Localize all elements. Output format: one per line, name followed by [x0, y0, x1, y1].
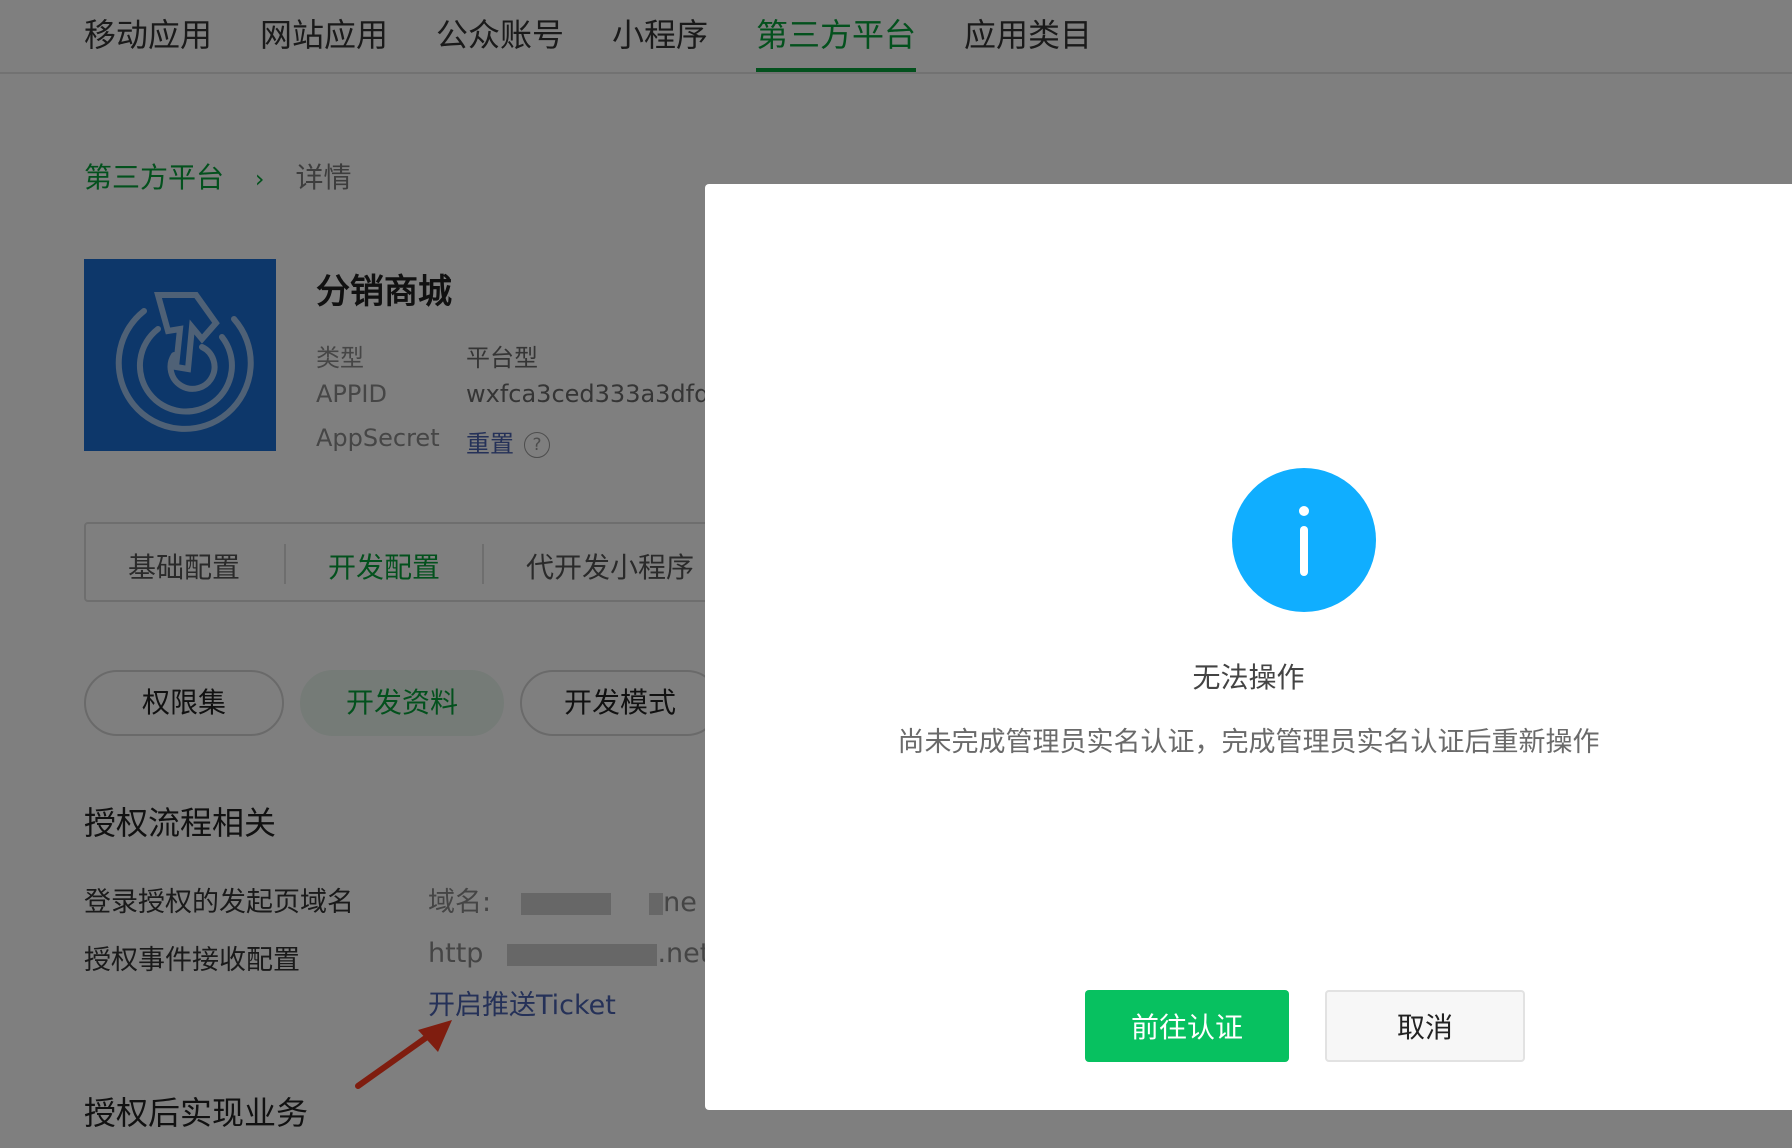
info-icon-dot — [1299, 506, 1309, 516]
dialog-title: 无法操作 — [1192, 661, 1305, 694]
info-icon-bar — [1300, 526, 1308, 576]
go-verify-button[interactable]: 前往认证 — [1085, 990, 1289, 1062]
page: 移动应用 网站应用 公众账号 小程序 第三方平台 应用类目 第三方平台 › 详情… — [0, 0, 1792, 1148]
dialog-description: 尚未完成管理员实名认证，完成管理员实名认证后重新操作 — [897, 727, 1600, 758]
unable-to-operate-dialog: 无法操作 尚未完成管理员实名认证，完成管理员实名认证后重新操作 前往认证 取消 — [705, 184, 1792, 1110]
cancel-button[interactable]: 取消 — [1325, 990, 1525, 1062]
info-icon — [1232, 468, 1376, 612]
